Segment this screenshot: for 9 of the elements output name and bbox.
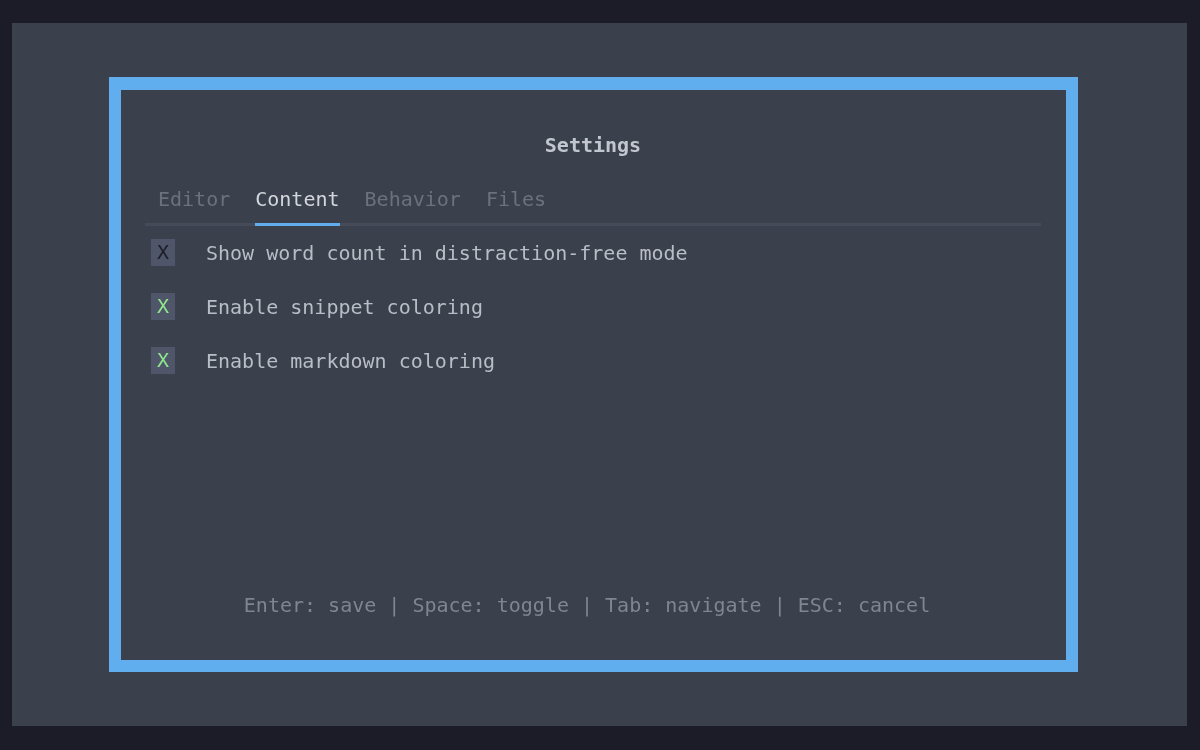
dialog-title: Settings (544, 133, 642, 157)
option-label: Enable markdown coloring (206, 348, 495, 373)
checkbox[interactable]: X (151, 239, 175, 266)
tab[interactable]: Content (255, 187, 340, 226)
option-label: Show word count in distraction-free mode (206, 240, 688, 265)
option-label: Enable snippet coloring (206, 294, 483, 319)
checkbox[interactable]: X (151, 293, 175, 320)
keyboard-hints: Enter: save | Space: toggle | Tab: navigate | ESC: cancel (243, 593, 931, 617)
checkbox[interactable]: X (151, 347, 175, 374)
